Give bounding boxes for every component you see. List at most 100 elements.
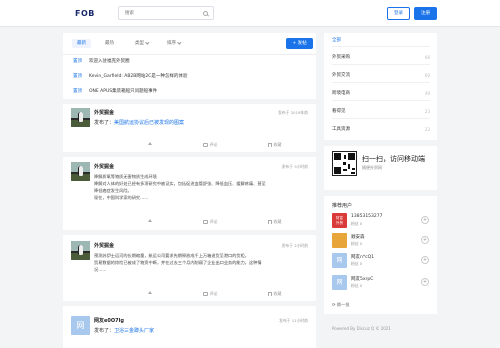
refresh-label: 换一批 — [336, 302, 350, 307]
category-item[interactable]: 外贸采购 — [332, 54, 350, 60]
qr-code-icon — [332, 151, 357, 176]
user-name[interactable]: 13853153277 — [351, 214, 383, 219]
comment-button[interactable]: 评论 — [203, 142, 218, 148]
post-action: 发布了：美国航运协议后已被发现的图案 — [94, 119, 184, 126]
category-count: 49 — [424, 91, 430, 96]
divider — [332, 118, 430, 119]
post-author[interactable]: 外贸掘金 — [94, 163, 114, 170]
pinned-text: ONE APUS集装箱船只问题船事件 — [89, 89, 158, 94]
qr-title: 扫一扫，访问移动端 — [362, 155, 425, 163]
body-line: 降解对人体的好处已经有多项研究中被证实，包括促进血管舒张、降低血压、缓解疼痛、甚… — [94, 181, 266, 186]
bookmark-icon — [268, 142, 272, 148]
register-button[interactable]: 注册 — [414, 7, 437, 20]
avatar[interactable]: 网 — [332, 275, 347, 290]
refresh-button[interactable]: ⟳ 换一批 — [332, 302, 349, 308]
new-post-button[interactable]: + 发帖 — [286, 38, 313, 49]
bookmark-icon — [268, 219, 272, 225]
favorite-button[interactable]: 收藏 — [268, 291, 282, 297]
avatar[interactable]: 网 — [332, 253, 347, 268]
favorite-button[interactable]: 收藏 — [268, 142, 282, 148]
follow-button[interactable]: + — [421, 278, 429, 286]
body-line: 预测苏伊士运河的长期缩量，航运公司要求先期释放成千上万箱退货至港口的货柜， — [94, 253, 249, 258]
tab-latest[interactable]: 最新 — [72, 38, 91, 48]
favorite-label: 收藏 — [273, 219, 282, 224]
pinned-notice[interactable]: 置顶 Kevin_Garfield: AB2B网站2C是一种怎样的体验 — [73, 73, 187, 81]
section-gap — [63, 152, 316, 157]
post-actions-row: 评论 收藏 — [63, 291, 316, 299]
action-prefix: 发布了： — [94, 120, 115, 126]
category-count: 23 — [424, 109, 430, 114]
post-body[interactable]: 预测苏伊士运河的长期缩量，航运公司要求先期释放成千上万箱退货至港口的货柜， 贸易… — [94, 252, 304, 273]
thumbs-up-icon — [148, 142, 152, 145]
section-title: 推荐用户 — [332, 203, 353, 209]
user-followers: 粉丝 0 — [351, 241, 363, 246]
post-body[interactable]: 降解质氧等物质无害物质生成环境 降解对人体的好处已经有多项研究中被证实，包括促进… — [94, 173, 304, 201]
avatar[interactable] — [332, 233, 347, 248]
follow-button[interactable]: + — [421, 236, 429, 244]
user-followers: 粉丝 0 — [351, 221, 363, 226]
comment-label: 评论 — [209, 219, 218, 224]
search-icon[interactable] — [203, 10, 208, 16]
login-button[interactable]: 登录 — [387, 7, 410, 20]
pinned-text: Kevin_Garfield: AB2B网站2C是一种怎样的体验 — [89, 74, 188, 79]
category-item[interactable]: 外贸交流 — [332, 72, 350, 78]
like-button[interactable] — [148, 219, 152, 222]
category-panel: 全部 外贸采购 66 外贸交流 60 跨境电商 49 看得见 23 工具资源 2… — [324, 33, 437, 140]
body-line: 贸易数据的惊险已被成了物资中断，并在过去三个月内削弱了企业出口业务的能力，这种情 — [94, 260, 262, 265]
post-author[interactable]: 网友e0O7lg — [94, 317, 124, 324]
avatar[interactable] — [71, 108, 90, 127]
avatar[interactable] — [71, 162, 90, 181]
user-name[interactable]: 顺安森 — [351, 234, 365, 240]
action-prefix: 发布了： — [94, 328, 115, 334]
tab-sort[interactable]: 排序 — [167, 39, 182, 46]
comment-button[interactable]: 评论 — [203, 219, 218, 225]
tab-type[interactable]: 类型 — [135, 39, 150, 46]
post-title-link[interactable]: 美国航运协议后已被发现的图案 — [114, 120, 184, 126]
body-line: 降低癌症发生风险。 — [94, 188, 132, 193]
tab-hot[interactable]: 最热 — [105, 40, 114, 46]
post-author[interactable]: 外贸掘金 — [94, 242, 114, 249]
pinned-notice[interactable]: 置顶 欢迎入驻福克外贸圈 — [73, 58, 130, 66]
post-actions-row: 评论 收藏 — [63, 219, 316, 227]
follow-button[interactable]: + — [421, 256, 429, 264]
category-count: 22 — [424, 127, 430, 132]
avatar[interactable]: 财富 外贸 — [332, 213, 347, 228]
avatar[interactable]: 网 — [71, 316, 90, 335]
category-count: 66 — [424, 55, 430, 60]
qr-subtitle: 随便外贸网 — [362, 165, 382, 170]
user-followers: 粉丝 0 — [351, 283, 363, 288]
logo-text: FOB — [75, 9, 95, 18]
category-item[interactable]: 跨境电商 — [332, 90, 350, 96]
post-actions-row: 评论 收藏 — [63, 142, 316, 150]
like-button[interactable] — [148, 142, 152, 145]
like-button[interactable] — [148, 291, 152, 294]
category-item-all[interactable]: 全部 — [332, 37, 341, 43]
post-author[interactable]: 外贸掘金 — [94, 109, 114, 116]
follow-button[interactable]: + — [421, 216, 429, 224]
post-time: 发布于 3小时前 — [281, 164, 308, 169]
section-gap — [63, 301, 316, 306]
comment-button[interactable]: 评论 — [203, 291, 218, 297]
site-logo[interactable]: FOB — [75, 8, 95, 19]
chevron-down-icon — [177, 39, 182, 44]
search-box[interactable] — [118, 6, 214, 20]
search-input[interactable] — [125, 10, 195, 17]
post-time: 发布于 2小时前 — [281, 243, 308, 248]
category-count: 60 — [424, 73, 430, 78]
user-followers: 粉丝 0 — [351, 261, 363, 266]
section-gap — [63, 99, 316, 104]
comment-icon — [203, 143, 208, 147]
comment-icon — [203, 292, 208, 296]
pinned-notice[interactable]: 置顶 ONE APUS集装箱船只问题船事件 — [73, 88, 157, 96]
favorite-label: 收藏 — [273, 142, 282, 147]
user-name[interactable]: 网友n*cQ1 — [351, 254, 374, 260]
category-item[interactable]: 看得见 — [332, 108, 346, 114]
divider — [332, 82, 430, 83]
category-item[interactable]: 工具资源 — [332, 126, 350, 132]
chevron-down-icon — [145, 39, 150, 44]
post-title-link[interactable]: 卫浴三金蹲头厂家 — [114, 328, 154, 334]
user-name[interactable]: 网友5xrpC — [351, 276, 373, 282]
avatar[interactable] — [71, 241, 90, 260]
favorite-button[interactable]: 收藏 — [268, 219, 282, 225]
comment-label: 评论 — [209, 291, 218, 296]
